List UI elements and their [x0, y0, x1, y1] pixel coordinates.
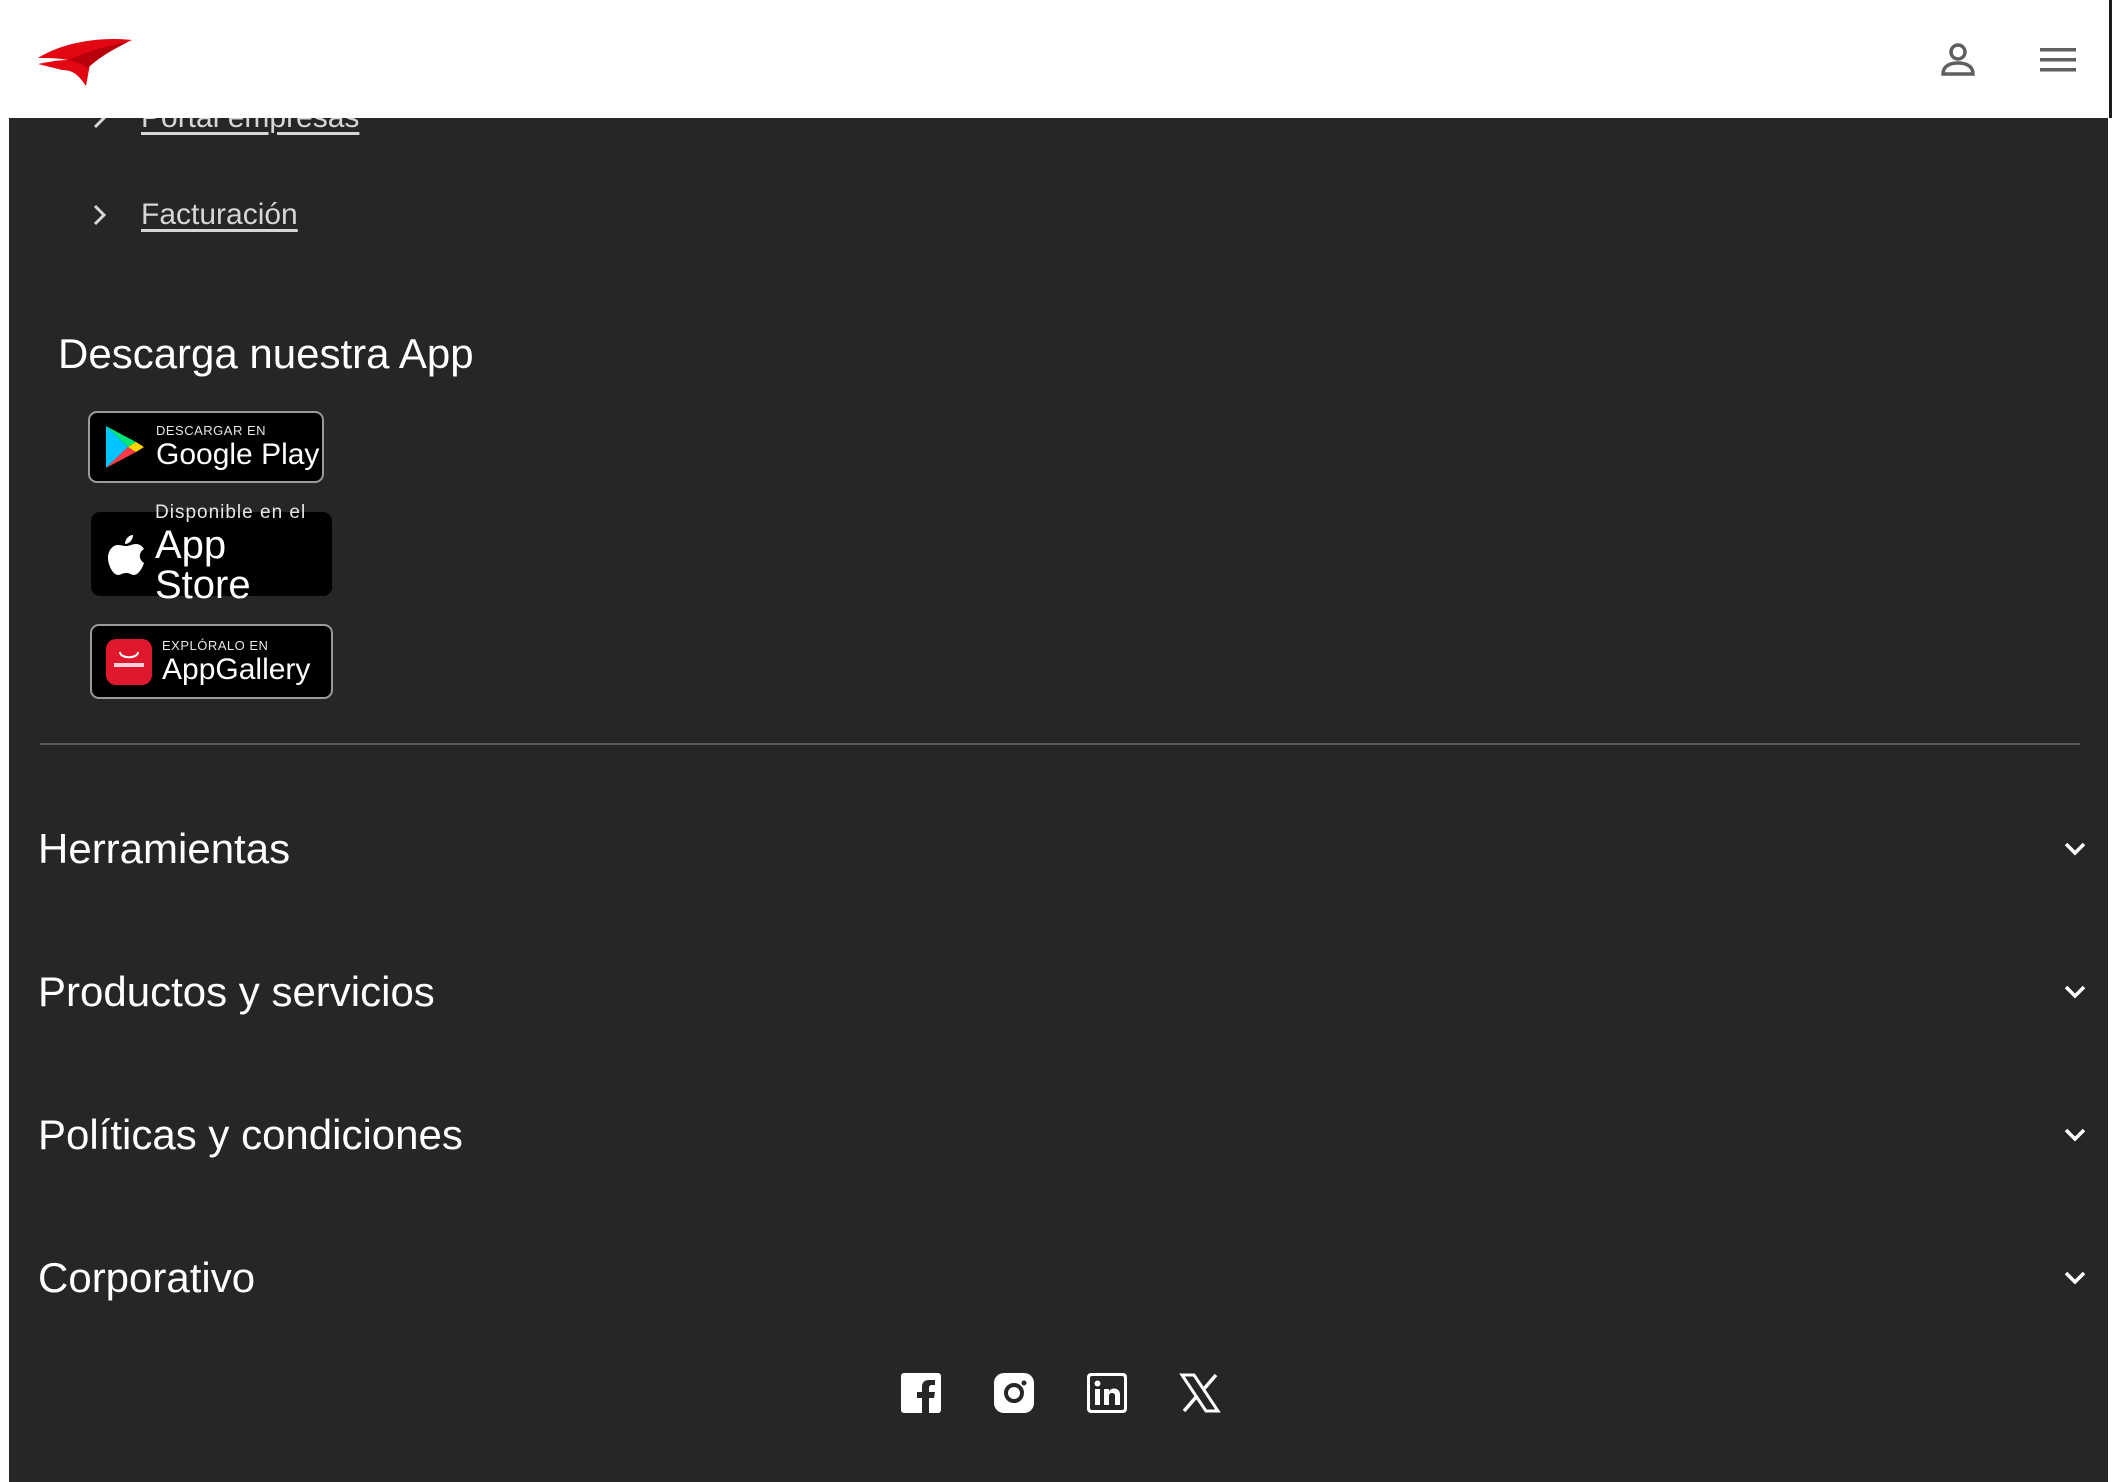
- app-download-title: Descarga nuestra App: [58, 330, 474, 377]
- app-store-badge[interactable]: Disponible en el App Store: [91, 503, 332, 605]
- brand-logo[interactable]: [38, 34, 132, 86]
- chevron-right-icon: [93, 118, 107, 129]
- footer-link-label[interactable]: Portal empresas: [141, 118, 359, 135]
- x-icon[interactable]: [1175, 1368, 1225, 1418]
- footer-link-portal-empresas[interactable]: Portal empresas: [83, 118, 359, 143]
- chevron-down-icon: [2064, 985, 2086, 999]
- apple-icon: [108, 535, 144, 575]
- user-icon[interactable]: [1928, 30, 1988, 90]
- footer-divider: [40, 743, 2080, 745]
- badge-big-text: App Store: [155, 523, 251, 607]
- footer-link-label[interactable]: Facturación: [141, 198, 298, 232]
- google-play-badge[interactable]: DESCARGAR EN Google Play: [88, 411, 324, 483]
- google-play-icon: [106, 426, 144, 468]
- chevron-down-icon: [2064, 1271, 2086, 1285]
- badge-small-text: DESCARGAR EN: [156, 423, 267, 438]
- footer-link-facturacion[interactable]: Facturación: [83, 190, 298, 240]
- site-footer: Portal empresas Facturación Descarga nue…: [9, 118, 2108, 1482]
- top-header: [0, 0, 2112, 118]
- badge-big-text: Google Play: [156, 438, 320, 471]
- accordion-herramientas[interactable]: Herramientas: [38, 809, 2096, 889]
- badge-small-text: Disponible en el: [155, 502, 307, 523]
- accordion-title: Herramientas: [38, 825, 291, 872]
- chevron-down-icon: [2064, 1128, 2086, 1142]
- instagram-icon[interactable]: [989, 1368, 1039, 1418]
- badge-big-text: AppGallery: [162, 652, 311, 686]
- accordion-productos-servicios[interactable]: Productos y servicios: [38, 952, 2096, 1032]
- facebook-icon[interactable]: [896, 1368, 946, 1418]
- accordion-title: Productos y servicios: [38, 968, 435, 1015]
- app-gallery-badge[interactable]: EXPLÓRALO EN AppGallery: [90, 624, 333, 699]
- linkedin-icon[interactable]: [1082, 1368, 1132, 1418]
- chevron-right-icon: [93, 204, 107, 226]
- chevron-down-icon: [2064, 842, 2086, 856]
- huawei-appgallery-icon: [106, 638, 152, 685]
- accordion-politicas-condiciones[interactable]: Políticas y condiciones: [38, 1095, 2096, 1175]
- accordion-corporativo[interactable]: Corporativo: [38, 1238, 2096, 1318]
- accordion-title: Políticas y condiciones: [38, 1111, 463, 1158]
- accordion-title: Corporativo: [38, 1254, 256, 1301]
- hamburger-menu-icon[interactable]: [2028, 30, 2088, 90]
- badge-small-text: EXPLÓRALO EN: [162, 637, 269, 653]
